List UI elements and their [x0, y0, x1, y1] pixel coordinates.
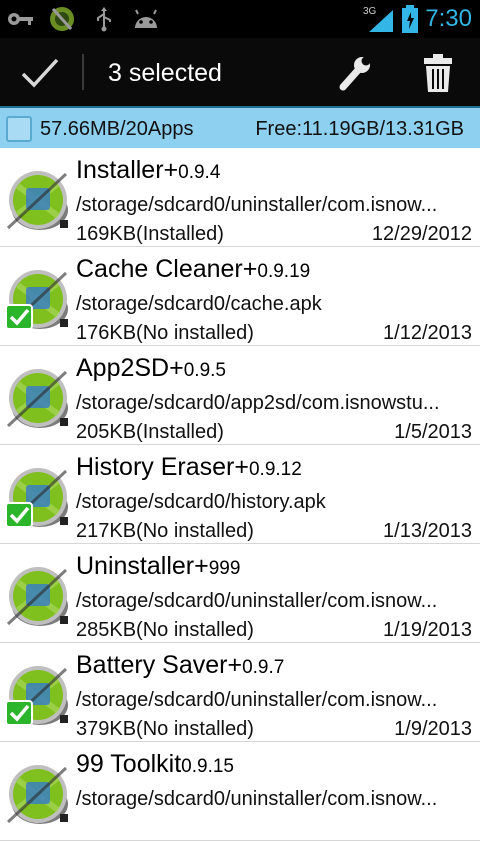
battery-saver-icon [5, 666, 68, 726]
uninstaller-icon [6, 567, 68, 626]
app-name: App2SD+ [76, 354, 184, 382]
cache-cleaner-icon [5, 270, 68, 330]
android-head-icon [135, 9, 157, 28]
android-robot-icon [50, 7, 74, 31]
key-icon [8, 13, 33, 25]
app-name: Installer+ [76, 156, 179, 184]
clock: 7:30 [425, 5, 472, 32]
app-title: Cache Cleaner+0.9.19 [76, 253, 310, 288]
selected-size-summary: 57.66MB/20Apps [40, 118, 194, 140]
app-date: 1/19/2013 [383, 619, 472, 641]
app-name: Uninstaller+ [76, 552, 209, 580]
notification-icons [6, 6, 160, 32]
app-size-status: 379KB(No installed) [76, 718, 254, 740]
app-path: /storage/sdcard0/cache.apk [76, 293, 322, 315]
app-name: History Eraser+ [76, 453, 249, 481]
selection-count-title: 3 selected [108, 59, 222, 87]
app-path: /storage/sdcard0/uninstaller/com.isnow..… [76, 689, 438, 711]
app-size-status: 285KB(No installed) [76, 619, 254, 641]
app-title: History Eraser+0.9.12 [76, 451, 302, 486]
app-title: 99 Toolkit0.9.15 [76, 748, 234, 783]
app-title: App2SD+0.9.5 [76, 352, 226, 387]
app-title: Battery Saver+0.9.7 [76, 649, 284, 684]
app-date: 1/9/2013 [394, 718, 472, 740]
action-bar-divider [82, 54, 84, 90]
list-item[interactable]: Installer+0.9.4 /storage/sdcard0/uninsta… [0, 148, 480, 247]
app-path: /storage/sdcard0/uninstaller/com.isnow..… [76, 788, 438, 810]
list-item[interactable]: History Eraser+0.9.12 /storage/sdcard0/h… [0, 445, 480, 544]
app-path: /storage/sdcard0/app2sd/com.isnowstu... [76, 392, 440, 414]
app-date: 1/13/2013 [383, 520, 472, 542]
app-version: 0.9.19 [257, 261, 311, 282]
wrench-icon[interactable] [334, 55, 372, 91]
signal-icon: 3G [363, 6, 394, 32]
list-item[interactable]: Battery Saver+0.9.7 /storage/sdcard0/uni… [0, 643, 480, 742]
app-path: /storage/sdcard0/history.apk [76, 491, 326, 513]
app-title: Installer+0.9.4 [76, 154, 220, 189]
list-item[interactable]: App2SD+0.9.5 /storage/sdcard0/app2sd/com… [0, 346, 480, 445]
app-version: 0.9.4 [178, 162, 221, 183]
usb-icon [97, 7, 111, 32]
app-date: 12/29/2012 [371, 223, 472, 245]
app-size-status: 217KB(No installed) [76, 520, 254, 542]
app-path: /storage/sdcard0/uninstaller/com.isnow..… [76, 590, 438, 612]
app-size-status: 176KB(No installed) [76, 322, 254, 344]
history-eraser-icon [5, 468, 68, 528]
contextual-action-bar: 3 selected [0, 38, 480, 108]
app-date: 1/12/2013 [383, 322, 472, 344]
free-space-summary: Free:11.19GB/13.31GB [255, 118, 464, 140]
app-name: Battery Saver+ [76, 651, 243, 679]
select-all-checkbox[interactable] [6, 116, 32, 142]
storage-summary-bar: 57.66MB/20Apps Free:11.19GB/13.31GB [0, 108, 480, 148]
trash-icon[interactable] [422, 53, 454, 93]
list-item[interactable]: Uninstaller+999 /storage/sdcard0/uninsta… [0, 544, 480, 643]
system-icons: 3G 7:30 [363, 2, 472, 36]
app-version: 0.9.12 [248, 459, 302, 480]
app2sd-icon [6, 369, 68, 428]
installer-icon [6, 171, 68, 230]
app-size-status: 169KB(Installed) [76, 223, 224, 245]
network-type-label: 3G [363, 6, 377, 17]
app-version: 0.9.7 [242, 657, 285, 678]
app-size-status: 205KB(Installed) [76, 421, 224, 443]
battery-icon [402, 5, 419, 33]
app-version: 0.9.15 [181, 756, 234, 777]
list-item[interactable]: Cache Cleaner+0.9.19 /storage/sdcard0/ca… [0, 247, 480, 346]
toolkit-icon [6, 765, 68, 824]
list-item[interactable]: 99 Toolkit0.9.15 /storage/sdcard0/uninst… [0, 742, 480, 841]
app-title: Uninstaller+999 [76, 550, 240, 585]
check-icon[interactable] [20, 56, 60, 90]
app-name: Cache Cleaner+ [76, 255, 258, 283]
app-name: 99 Toolkit [76, 750, 182, 778]
app-version: 999 [208, 558, 241, 579]
app-date: 1/5/2013 [394, 421, 472, 443]
app-version: 0.9.5 [183, 360, 226, 381]
app-path: /storage/sdcard0/uninstaller/com.isnow..… [76, 194, 438, 216]
apk-list: Installer+0.9.4 /storage/sdcard0/uninsta… [0, 148, 480, 841]
status-bar: 3G 7:30 [0, 0, 480, 38]
